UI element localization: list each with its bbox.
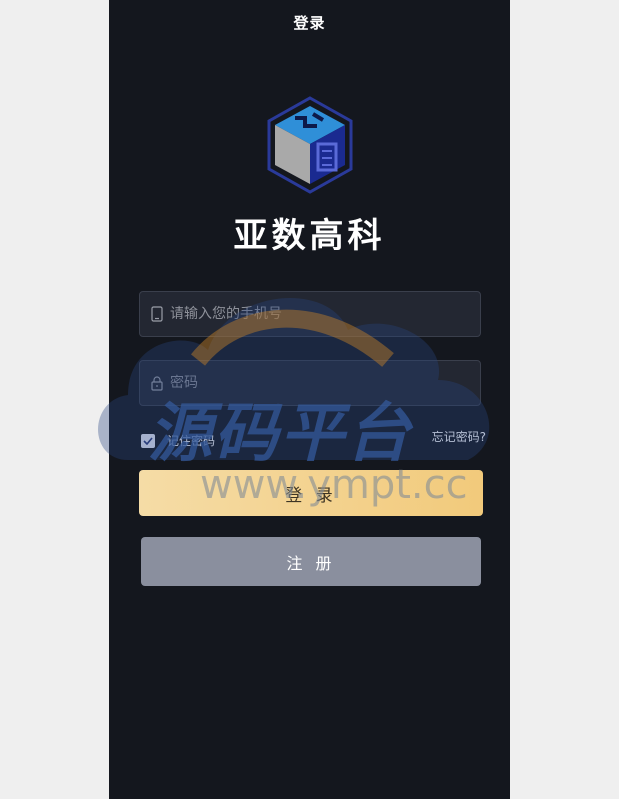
brand-name: 亚数高科 [233, 216, 386, 256]
login-button[interactable]: 登 录 [139, 470, 483, 516]
remember-label: 记住密码 [167, 434, 216, 448]
page-title: 登录 [293, 14, 326, 32]
remember-password[interactable]: 记住密码 [141, 432, 215, 449]
remember-checkbox[interactable] [141, 433, 155, 448]
login-screen: 登录 亚数高科 请输入您的手机号 记住密码 忘记密码? 登 录 注 册 [109, 0, 510, 799]
brand-logo [267, 96, 353, 194]
phone-field[interactable] [139, 291, 481, 337]
password-input[interactable] [170, 361, 480, 405]
phone-input[interactable] [170, 292, 480, 336]
check-icon [143, 436, 153, 445]
forgot-password-link[interactable]: 忘记密码? [432, 428, 486, 445]
mobile-phone-icon [144, 306, 170, 322]
password-field[interactable] [139, 360, 481, 406]
register-button[interactable]: 注 册 [141, 537, 481, 586]
lock-icon [144, 375, 170, 391]
